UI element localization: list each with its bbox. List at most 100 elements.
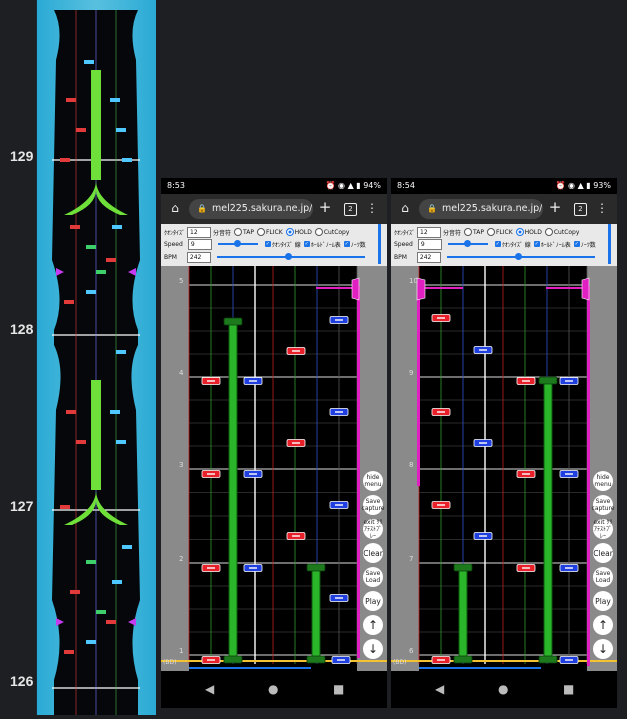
quantize-input[interactable]: 12 [187,226,212,238]
radio-tap[interactable] [234,228,243,236]
hold-start[interactable] [453,563,473,572]
save-load-button[interactable]: Save Load [593,567,613,587]
hold-end[interactable] [538,655,558,664]
home-icon[interactable]: ⌂ [397,201,413,215]
bpm-input[interactable]: 242 [186,251,211,263]
checkbox-hold-obj[interactable]: ✓ [303,241,310,247]
position-slider[interactable] [446,253,595,260]
hide-menu-button[interactable]: hide menu [363,471,383,491]
checkbox-note-num[interactable]: ✓ [573,241,580,247]
play-button[interactable]: Play [593,591,613,611]
tap-note-mark[interactable] [565,567,573,569]
save-capture-button[interactable]: Save capture [592,495,614,515]
slide-bar[interactable] [587,286,590,666]
checkbox-quantize-line[interactable]: ✓ [264,241,271,247]
hold-note[interactable] [311,567,321,661]
hold-end[interactable] [453,655,473,664]
speed-input[interactable]: 9 [187,238,212,250]
tap-note-mark[interactable] [335,411,343,413]
url-bar[interactable]: 🔒 mel225.sakura.ne.jp/uns [189,199,313,219]
radio-hold[interactable] [285,228,294,236]
more-menu-icon[interactable]: ⋮ [594,201,610,215]
radio-flick[interactable] [256,228,265,236]
tap-note-mark[interactable] [207,380,215,382]
back-icon[interactable]: ◀ [205,682,214,696]
tap-note-mark[interactable] [565,473,573,475]
tap-note-mark[interactable] [479,349,487,351]
slide-marker[interactable] [581,277,590,301]
hold-note[interactable] [458,567,468,661]
clear-button[interactable]: Clear [363,543,383,563]
tap-note-mark[interactable] [207,473,215,475]
recents-icon[interactable]: ■ [333,682,344,696]
recents-icon[interactable]: ■ [563,682,574,696]
radio-cutcopy[interactable] [544,228,553,236]
tap-note-mark[interactable] [522,567,530,569]
hold-start[interactable] [306,563,326,572]
tab-count-button[interactable]: 2 [574,203,587,216]
radio-tap[interactable] [464,228,473,236]
tap-note-mark[interactable] [292,350,300,352]
tap-note-mark[interactable] [337,659,345,661]
tap-note-mark[interactable] [249,567,257,569]
back-icon[interactable]: ◀ [435,682,444,696]
scroll-up-button[interactable]: ↑ [593,615,613,635]
bpm-input[interactable]: 242 [416,251,441,263]
tab-count-button[interactable]: 2 [344,203,357,216]
tap-note-mark[interactable] [437,411,445,413]
exit-test-play-button[interactable]: exit ｸﾘｱﾃｽﾄﾌﾟﾚｰ [363,519,383,540]
hide-menu-button[interactable]: hide menu [593,471,613,491]
note-chart-editor[interactable]: 5 4 3 2 1 (BD) hide menu Save capture ex… [161,266,387,671]
tap-note-mark[interactable] [335,319,343,321]
tap-note-mark[interactable] [437,317,445,319]
hold-end[interactable] [223,655,243,664]
tap-note-mark[interactable] [565,380,573,382]
save-capture-button[interactable]: Save capture [362,495,384,515]
tap-note-mark[interactable] [437,659,445,661]
chart-canvas[interactable] [391,266,617,671]
slide-marker[interactable] [351,277,360,301]
speed-slider[interactable] [217,240,258,247]
checkbox-quantize-line[interactable]: ✓ [494,241,501,247]
tap-note-mark[interactable] [437,504,445,506]
tap-note-mark[interactable] [207,567,215,569]
slide-marker[interactable] [416,277,426,301]
slide-bar[interactable] [417,286,420,486]
hold-start[interactable] [538,376,558,385]
speed-slider[interactable] [447,240,488,247]
hold-note[interactable] [228,321,238,661]
position-slider[interactable] [216,253,365,260]
tap-note-mark[interactable] [522,380,530,382]
clear-button[interactable]: Clear [593,543,613,563]
tap-note-mark[interactable] [292,535,300,537]
home-circle-icon[interactable]: ● [498,682,508,696]
more-menu-icon[interactable]: ⋮ [364,201,380,215]
tap-note-mark[interactable] [207,659,215,661]
tap-note-mark[interactable] [479,535,487,537]
tap-note-mark[interactable] [522,473,530,475]
vertical-scroll-indicator[interactable] [608,224,611,264]
vertical-scroll-indicator[interactable] [378,224,381,264]
scroll-down-button[interactable]: ↓ [363,639,383,659]
hold-end[interactable] [306,655,326,664]
url-bar[interactable]: 🔒 mel225.sakura.ne.jp/uns [419,199,543,219]
new-tab-icon[interactable]: + [317,198,333,216]
scroll-up-button[interactable]: ↑ [363,615,383,635]
tap-note-mark[interactable] [335,597,343,599]
home-circle-icon[interactable]: ● [268,682,278,696]
save-load-button[interactable]: Save Load [363,567,383,587]
hold-start[interactable] [223,317,243,326]
hold-note[interactable] [543,380,553,661]
chart-canvas[interactable] [161,266,387,671]
exit-test-play-button[interactable]: exit ｸﾘｱﾃｽﾄﾌﾟﾚｰ [593,519,613,540]
note-chart-editor[interactable]: 10 9 8 7 6 (BD) hide menu Save capture e… [391,266,617,671]
play-button[interactable]: Play [363,591,383,611]
radio-cutcopy[interactable] [314,228,323,236]
tap-note-mark[interactable] [565,659,573,661]
slide-bar[interactable] [357,286,360,658]
radio-flick[interactable] [486,228,495,236]
home-icon[interactable]: ⌂ [167,201,183,215]
quantize-input[interactable]: 12 [417,226,442,238]
radio-hold[interactable] [515,228,524,236]
tap-note-mark[interactable] [249,473,257,475]
